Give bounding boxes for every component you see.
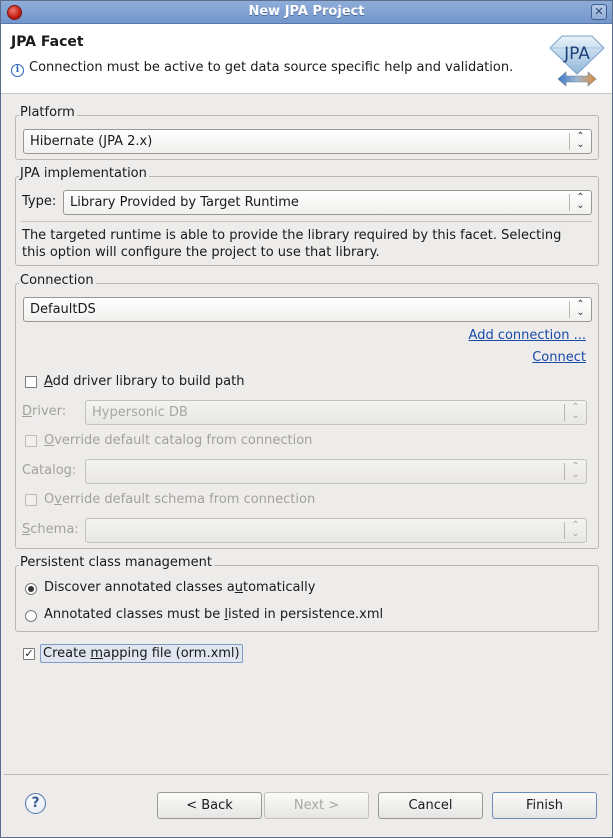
override-schema-label[interactable]: Override default schema from connection — [44, 492, 315, 507]
create-mapping-label-pre: Create — [43, 646, 91, 661]
page-title: JPA Facet — [11, 34, 84, 50]
catalog-select[interactable]: ⌃ ⌄ — [85, 459, 587, 484]
info-message: i Connection must be active to get data s… — [11, 60, 513, 77]
dialog-window: New JPA Project ✕ JPA Facet i Connection … — [0, 0, 613, 838]
persistent-class-group-label: Persistent class management — [19, 555, 214, 570]
override-catalog-label-text: verride default catalog from connection — [54, 433, 313, 448]
discover-classes-label[interactable]: Discover annotated classes automatically — [44, 580, 315, 595]
add-connection-link[interactable]: Add connection ... — [469, 328, 586, 343]
next-button[interactable]: Next > — [264, 792, 369, 819]
info-icon: i — [11, 64, 24, 77]
schema-select[interactable]: ⌃ ⌄ — [85, 518, 587, 543]
jpa-implementation-description-line1: The targeted runtime is able to provide … — [22, 228, 562, 243]
mnemonic: D — [22, 404, 33, 419]
footer-separator — [4, 774, 609, 775]
driver-label: Driver: — [22, 404, 66, 419]
mnemonic: O — [44, 433, 55, 448]
driver-select-value: Hypersonic DB — [92, 405, 188, 420]
override-schema-checkbox[interactable] — [25, 494, 37, 506]
discover-classes-label-post: tomatically — [243, 580, 316, 595]
close-icon[interactable]: ✕ — [591, 4, 607, 20]
type-select[interactable]: Library Provided by Target Runtime ⌃ ⌄ — [63, 190, 592, 215]
wizard-header: JPA Facet i Connection must be active to … — [1, 24, 612, 94]
create-mapping-label-post: apping file (orm.xml) — [103, 646, 240, 661]
info-message-text: Connection must be active to get data so… — [29, 60, 514, 75]
type-select-value: Library Provided by Target Runtime — [70, 195, 299, 210]
override-schema-label-pre: O — [44, 492, 55, 507]
platform-select[interactable]: Hibernate (JPA 2.x) ⌃ ⌄ — [23, 129, 592, 154]
mnemonic: u — [234, 580, 243, 595]
driver-label-text: river: — [32, 404, 67, 419]
combo-arrows-icon: ⌃ ⌄ — [564, 403, 586, 421]
platform-select-value: Hibernate (JPA 2.x) — [30, 134, 153, 149]
schema-label: Schema: — [22, 522, 79, 537]
combo-arrows-icon: ⌃ ⌄ — [564, 521, 586, 539]
discover-classes-radio[interactable] — [25, 583, 37, 595]
combo-arrows-icon: ⌃ ⌄ — [569, 193, 591, 211]
connect-link[interactable]: Connect — [532, 350, 586, 365]
platform-group-label: Platform — [19, 105, 77, 120]
add-driver-label[interactable]: Add driver library to build path — [44, 374, 244, 389]
help-icon[interactable]: ? — [25, 793, 46, 814]
connection-group-label: Connection — [19, 273, 96, 288]
mnemonic: m — [90, 646, 103, 661]
title-bar: New JPA Project ✕ — [1, 1, 612, 24]
override-catalog-checkbox[interactable] — [25, 435, 37, 447]
listed-classes-label[interactable]: Annotated classes must be listed in pers… — [44, 607, 383, 622]
mnemonic: v — [54, 492, 62, 507]
window-title: New JPA Project — [248, 4, 365, 19]
connection-select[interactable]: DefaultDS ⌃ ⌄ — [23, 297, 592, 322]
listed-classes-radio[interactable] — [25, 610, 37, 622]
jpa-banner-icon: JPA — [549, 35, 605, 87]
override-schema-label-text: erride default schema from connection — [61, 492, 316, 507]
listed-classes-label-pre: Annotated classes must be — [44, 607, 225, 622]
jpa-implementation-group-label: JPA implementation — [19, 166, 149, 181]
mnemonic: A — [44, 374, 53, 389]
connection-select-value: DefaultDS — [30, 302, 96, 317]
create-mapping-label[interactable]: Create mapping file (orm.xml) — [40, 644, 243, 663]
combo-arrows-icon: ⌃ ⌄ — [569, 300, 591, 318]
create-mapping-checkbox[interactable]: ✓ — [23, 648, 35, 660]
type-label: Type: — [22, 194, 57, 209]
catalog-label: Catalog: — [22, 463, 77, 478]
add-driver-checkbox[interactable] — [25, 376, 37, 388]
listed-classes-label-post: isted in persistence.xml — [227, 607, 384, 622]
override-catalog-label[interactable]: Override default catalog from connection — [44, 433, 312, 448]
jpa-implementation-separator — [21, 221, 592, 222]
discover-classes-label-pre: Discover annotated classes a — [44, 580, 235, 595]
finish-button[interactable]: Finish — [492, 792, 597, 819]
combo-arrows-icon: ⌃ ⌄ — [569, 132, 591, 150]
cancel-button[interactable]: Cancel — [378, 792, 483, 819]
jpa-implementation-description-line2: this option will configure the project t… — [22, 245, 380, 260]
back-button[interactable]: < Back — [157, 792, 262, 819]
add-driver-label-text: dd driver library to build path — [52, 374, 245, 389]
combo-arrows-icon: ⌃ ⌄ — [564, 462, 586, 480]
schema-label-text: chema: — [30, 522, 79, 537]
banner-text: JPA — [563, 44, 590, 64]
driver-select[interactable]: Hypersonic DB ⌃ ⌄ — [85, 400, 587, 425]
